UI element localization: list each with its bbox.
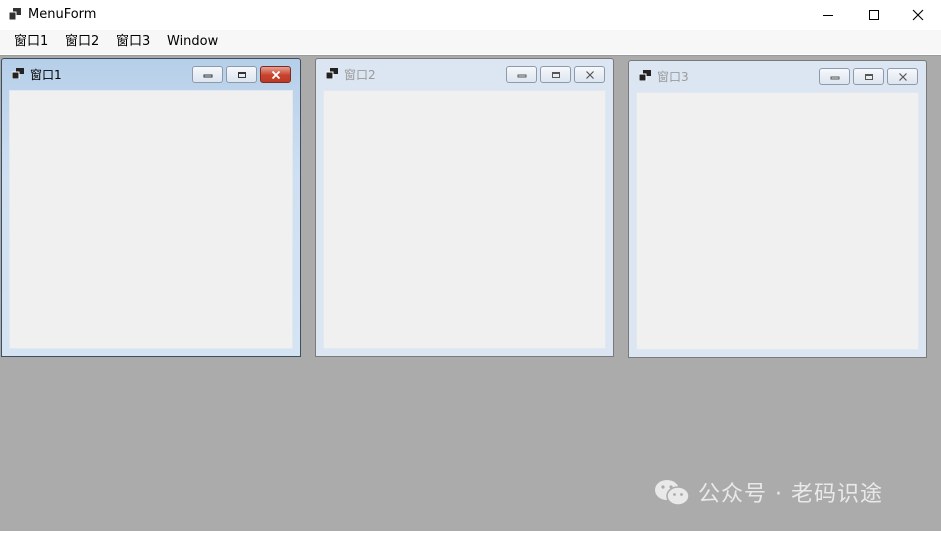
child-minimize-button[interactable] <box>506 66 537 83</box>
close-icon <box>271 70 280 79</box>
restore-icon <box>864 73 873 80</box>
child-window-1[interactable]: 窗口1 <box>1 58 301 357</box>
window-title: MenuForm <box>28 7 97 22</box>
restore-icon <box>237 71 246 78</box>
child-window-2[interactable]: 窗口2 <box>315 58 614 357</box>
close-icon <box>912 9 924 21</box>
child-client-area <box>636 92 919 350</box>
child-close-button[interactable] <box>887 68 918 85</box>
child-close-button[interactable] <box>260 66 291 83</box>
mdi-window-icon <box>325 68 338 80</box>
mdi-window-icon <box>11 68 24 80</box>
minimize-icon <box>203 74 212 77</box>
minimize-icon <box>823 15 833 16</box>
menu-item-window1[interactable]: 窗口1 <box>14 34 48 50</box>
child-title-bar[interactable]: 窗口3 <box>629 61 926 91</box>
menu-bar: 窗口1 窗口2 窗口3 Window <box>0 30 941 54</box>
child-window-3[interactable]: 窗口3 <box>628 60 927 358</box>
watermark: 公众号 · 老码识途 <box>654 478 883 511</box>
close-icon <box>585 70 594 79</box>
child-close-button[interactable] <box>574 66 605 83</box>
menu-item-window3[interactable]: 窗口3 <box>116 34 150 50</box>
child-restore-button[interactable] <box>853 68 884 85</box>
close-button[interactable] <box>895 0 941 30</box>
wechat-icon <box>654 478 690 511</box>
minimize-icon <box>830 76 839 79</box>
minimize-button[interactable] <box>805 0 851 30</box>
close-icon <box>898 72 907 81</box>
child-title: 窗口3 <box>657 70 689 84</box>
title-bar[interactable]: MenuForm <box>0 0 941 30</box>
mdi-window-icon <box>8 8 21 21</box>
child-title-bar[interactable]: 窗口2 <box>316 59 613 89</box>
child-client-area <box>323 90 606 349</box>
maximize-button[interactable] <box>851 0 897 30</box>
watermark-text: 公众号 · 老码识途 <box>698 481 883 507</box>
child-title: 窗口1 <box>30 68 62 82</box>
child-client-area <box>9 90 293 349</box>
child-minimize-button[interactable] <box>192 66 223 83</box>
mdi-window-icon <box>638 70 651 82</box>
minimize-icon <box>517 74 526 77</box>
child-restore-button[interactable] <box>226 66 257 83</box>
menu-item-window2[interactable]: 窗口2 <box>65 34 99 50</box>
maximize-icon <box>869 10 879 20</box>
child-minimize-button[interactable] <box>819 68 850 85</box>
child-title: 窗口2 <box>344 68 376 82</box>
child-title-bar[interactable]: 窗口1 <box>2 59 300 89</box>
menu-item-window[interactable]: Window <box>167 34 218 50</box>
restore-icon <box>551 71 560 78</box>
child-restore-button[interactable] <box>540 66 571 83</box>
